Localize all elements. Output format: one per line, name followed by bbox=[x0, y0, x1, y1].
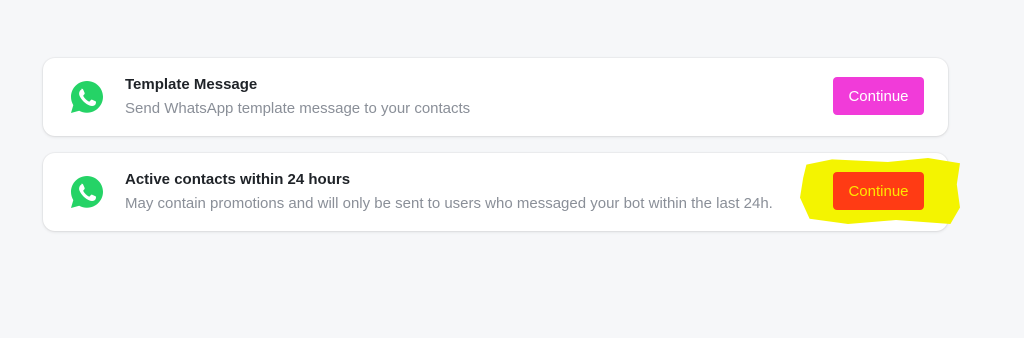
continue-button-wrapper: Continue bbox=[833, 172, 924, 210]
whatsapp-icon bbox=[71, 176, 103, 208]
card-title: Template Message bbox=[125, 76, 258, 93]
whatsapp-icon bbox=[71, 81, 103, 113]
continue-button[interactable]: Continue bbox=[833, 77, 924, 115]
continue-button[interactable]: Continue bbox=[833, 172, 924, 210]
card-description: May contain promotions and will only be … bbox=[125, 195, 773, 212]
card-title: Active contacts within 24 hours bbox=[125, 171, 351, 188]
template-message-card: Template Message Send WhatsApp template … bbox=[43, 58, 948, 136]
card-description: Send WhatsApp template message to your c… bbox=[125, 100, 471, 117]
